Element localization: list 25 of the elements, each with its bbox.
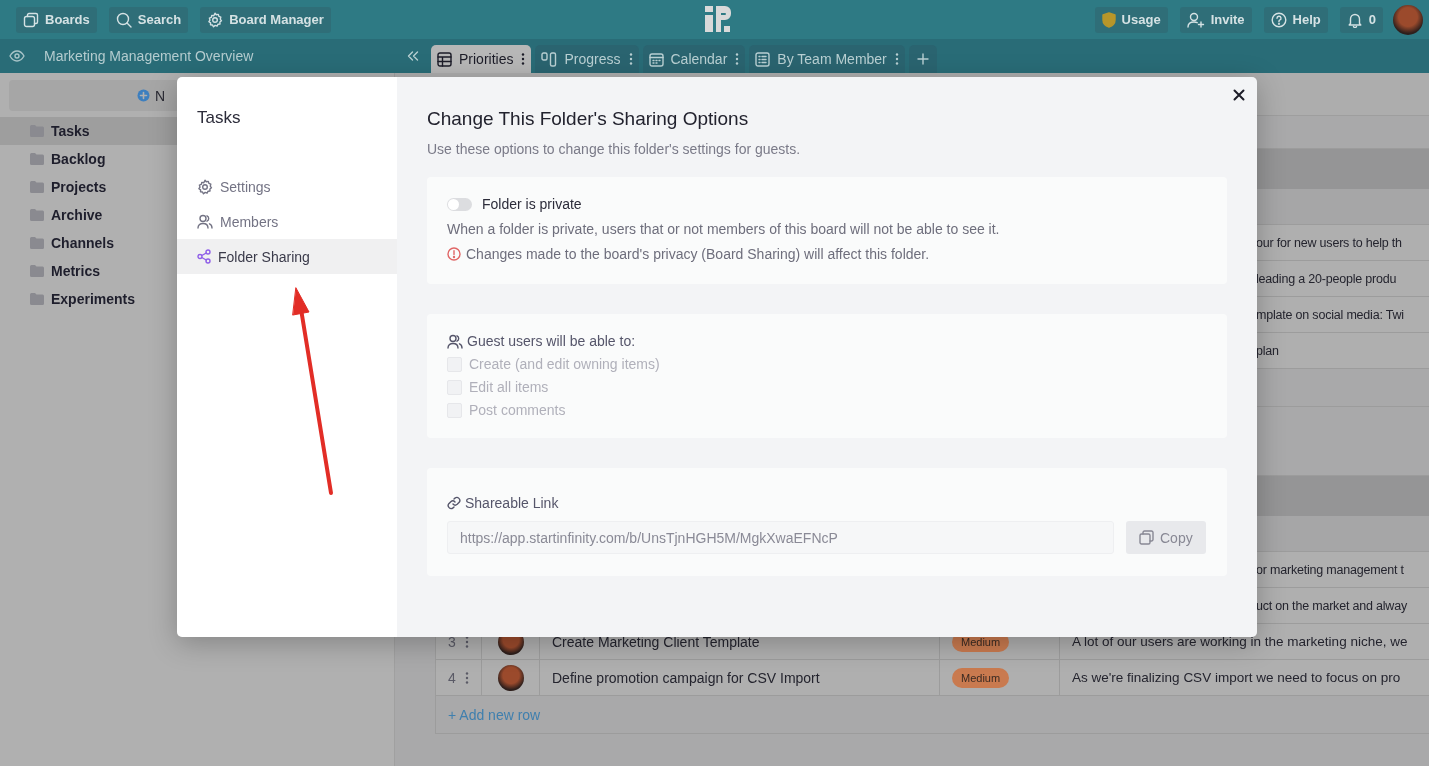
- row-number: 3: [448, 633, 456, 650]
- board-title: Marketing Management Overview: [44, 48, 254, 64]
- dialog-title: Tasks: [196, 108, 242, 128]
- dialog-subheading: Use these options to change this folder's settings for guests.: [427, 141, 802, 157]
- task-description: As we're finalizing CSV import we need to focus on pro: [1072, 670, 1401, 685]
- priority-badge: Medium: [952, 667, 1010, 688]
- task-description: mplate on social media: Twi: [1256, 307, 1404, 322]
- task-title: Define promotion campaign for CSV Import: [552, 669, 820, 686]
- task-description: A lot of our users are working in the marketing niche, we: [1072, 634, 1408, 649]
- checkbox-label: Create (and edit owning items): [469, 356, 660, 372]
- task-description: leading a 20-people produ: [1256, 271, 1397, 286]
- task-title: Create Marketing Client Template: [552, 633, 760, 650]
- task-description: uct on the market and alway: [1256, 598, 1407, 613]
- checkbox-label: Post comments: [469, 402, 566, 418]
- row-number: 4: [448, 669, 456, 686]
- dialog-heading: Change This Folder's Sharing Options: [427, 108, 750, 130]
- task-description: our for new users to help th: [1256, 235, 1402, 250]
- privacy-note: When a folder is private, users that or not members of this board will not be able to see it.: [447, 221, 1001, 237]
- section-heading: Guest users will be able to:: [467, 333, 636, 349]
- toggle-label: Folder is private: [482, 196, 582, 212]
- checkbox-label: Edit all items: [469, 379, 549, 395]
- section-heading: Shareable Link: [465, 495, 559, 511]
- task-description: or marketing management t: [1256, 562, 1404, 577]
- warning-text: Changes made to the board's privacy (Board Sharing) will affect this folder.: [466, 246, 930, 262]
- task-description: plan: [1256, 343, 1279, 358]
